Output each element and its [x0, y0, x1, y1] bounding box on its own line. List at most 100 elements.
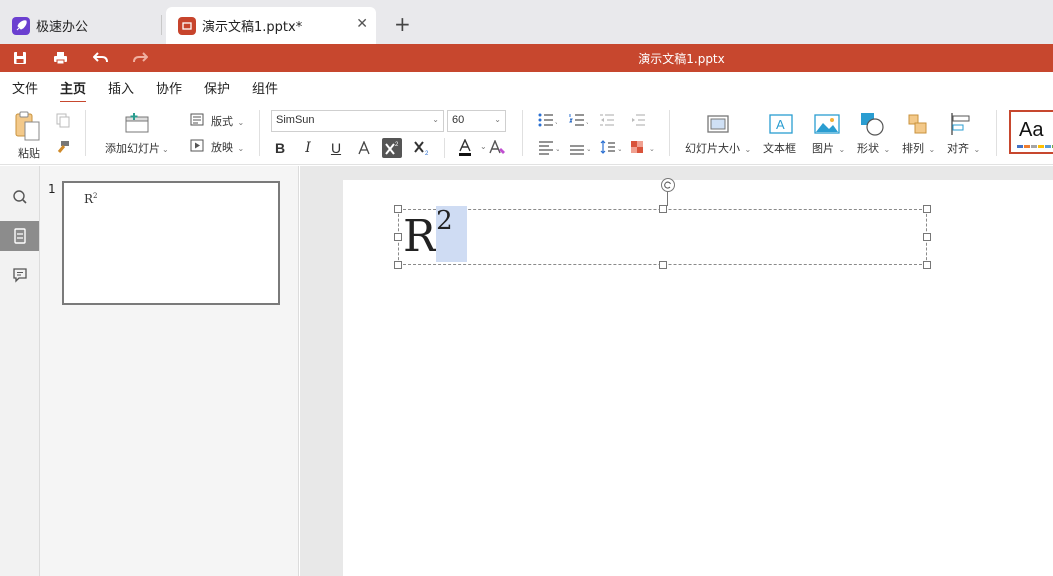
tab-label: 演示文稿1.pptx*: [202, 20, 303, 35]
paste-icon[interactable]: [14, 110, 42, 145]
svg-text:A: A: [776, 117, 785, 132]
rocket-icon: [12, 16, 30, 35]
add-slide-label: 添加幻灯片: [105, 142, 160, 155]
editor-canvas: R2: [300, 166, 1053, 576]
svg-text:2: 2: [425, 151, 429, 156]
new-tab-button[interactable]: +: [394, 12, 411, 36]
textbox-icon[interactable]: A: [769, 113, 793, 138]
slide[interactable]: R2: [343, 178, 1053, 576]
align-objects-button[interactable]: 对齐 ⌄: [947, 140, 980, 156]
chevron-down-icon[interactable]: ⌄: [480, 142, 487, 151]
shape-label: 形状: [857, 142, 879, 155]
chevron-down-icon: ⌄: [836, 145, 846, 154]
resize-handle[interactable]: [394, 233, 402, 241]
svg-text:⌄: ⌄: [617, 145, 621, 153]
divider: [669, 110, 670, 156]
picture-label: 图片: [812, 142, 834, 155]
search-icon[interactable]: [0, 182, 39, 212]
shape-button[interactable]: 形状 ⌄: [857, 140, 890, 156]
numbered-list-icon[interactable]: ⌄: [568, 112, 591, 131]
tab-app-home[interactable]: 极速办公: [0, 7, 160, 44]
menu-insert[interactable]: 插入: [108, 78, 134, 97]
slide-text[interactable]: R2: [403, 206, 467, 270]
divider: [444, 138, 445, 158]
close-icon[interactable]: ✕: [356, 16, 368, 32]
selected-textbox[interactable]: R2: [394, 178, 931, 269]
slide-size-icon[interactable]: [706, 114, 730, 137]
chevron-down-icon: ⌄: [926, 145, 936, 154]
chevron-down-icon: ⌄: [235, 118, 245, 127]
menu-components[interactable]: 组件: [252, 78, 278, 97]
text-effect-button[interactable]: [354, 138, 374, 158]
add-slide-button[interactable]: 添加幻灯片 ⌄: [105, 140, 169, 156]
shading-icon[interactable]: ⌄: [630, 139, 656, 158]
theme-color-strip: [1017, 145, 1053, 148]
resize-handle[interactable]: [659, 261, 667, 269]
menu-file[interactable]: 文件: [12, 78, 38, 97]
superscript-button[interactable]: 2: [382, 138, 402, 158]
chevron-down-icon: ⌄: [432, 115, 439, 124]
shape-icon[interactable]: [859, 111, 885, 140]
picture-button[interactable]: 图片 ⌄: [812, 140, 845, 156]
picture-icon[interactable]: [814, 113, 840, 138]
slide-size-label: 幻灯片大小: [685, 142, 740, 155]
font-name-select[interactable]: SimSun ⌄: [271, 110, 444, 132]
align-objects-icon[interactable]: [949, 111, 975, 140]
slides-view-icon[interactable]: [0, 221, 39, 251]
title-bar: 演示文稿1.pptx: [0, 44, 1053, 72]
align-left-icon[interactable]: ⌄: [537, 139, 561, 158]
decrease-indent-icon[interactable]: [599, 112, 615, 131]
italic-button[interactable]: I: [298, 138, 318, 158]
layout-label: 版式: [211, 115, 233, 128]
play-icon[interactable]: [190, 139, 204, 155]
bullet-list-icon[interactable]: ⌄: [537, 112, 560, 131]
tab-divider: [161, 15, 162, 35]
underline-button[interactable]: U: [326, 138, 346, 158]
resize-handle[interactable]: [394, 205, 402, 213]
slide-thumbnail[interactable]: R2: [62, 181, 280, 305]
resize-handle[interactable]: [394, 261, 402, 269]
bold-button[interactable]: B: [270, 138, 290, 158]
add-slide-icon[interactable]: [124, 112, 150, 137]
slide-size-button[interactable]: 幻灯片大小 ⌄: [685, 140, 751, 156]
resize-handle[interactable]: [923, 261, 931, 269]
menu-protect[interactable]: 保护: [204, 78, 230, 97]
font-size-value: 60: [452, 114, 465, 126]
layout-icon[interactable]: [190, 113, 204, 129]
arrange-icon[interactable]: [907, 113, 929, 138]
svg-text:⌄: ⌄: [586, 145, 590, 153]
rotate-handle-icon[interactable]: [661, 178, 675, 192]
svg-text:2: 2: [395, 142, 399, 148]
svg-text:⌄: ⌄: [554, 118, 557, 126]
paste-label[interactable]: 粘贴: [18, 145, 40, 161]
clear-format-button[interactable]: [487, 138, 507, 158]
vertical-align-icon[interactable]: ⌄: [568, 139, 592, 158]
menu-home[interactable]: 主页: [60, 78, 87, 103]
subscript-button[interactable]: 2: [412, 138, 432, 158]
copy-icon[interactable]: [55, 112, 71, 131]
tab-bar: 极速办公 演示文稿1.pptx* ✕ +: [0, 0, 1053, 44]
rotate-handle-line: [667, 192, 668, 206]
chevron-down-icon: ⌄: [881, 145, 891, 154]
line-spacing-icon[interactable]: ⌄: [599, 139, 623, 158]
tab-document[interactable]: 演示文稿1.pptx* ✕: [166, 7, 376, 44]
play-label: 放映: [211, 141, 233, 154]
increase-indent-icon[interactable]: [630, 112, 646, 131]
textbox-label[interactable]: 文本框: [763, 140, 796, 156]
divider: [996, 110, 997, 156]
format-painter-icon[interactable]: [55, 140, 71, 159]
slide-base-text: R: [403, 211, 437, 262]
resize-handle[interactable]: [659, 205, 667, 213]
font-size-select[interactable]: 60 ⌄: [447, 110, 506, 132]
play-button[interactable]: 放映 ⌄: [211, 139, 244, 155]
menu-collaborate[interactable]: 协作: [156, 78, 182, 97]
resize-handle[interactable]: [923, 205, 931, 213]
font-color-button[interactable]: [455, 138, 475, 158]
comments-icon[interactable]: [0, 260, 39, 290]
arrange-button[interactable]: 排列 ⌄: [902, 140, 935, 156]
theme-preview[interactable]: Aa: [1009, 110, 1053, 154]
divider: [522, 110, 523, 156]
resize-handle[interactable]: [923, 233, 931, 241]
layout-button[interactable]: 版式 ⌄: [211, 113, 244, 129]
slide-thumbnails-pane: 1 R2: [40, 166, 299, 576]
